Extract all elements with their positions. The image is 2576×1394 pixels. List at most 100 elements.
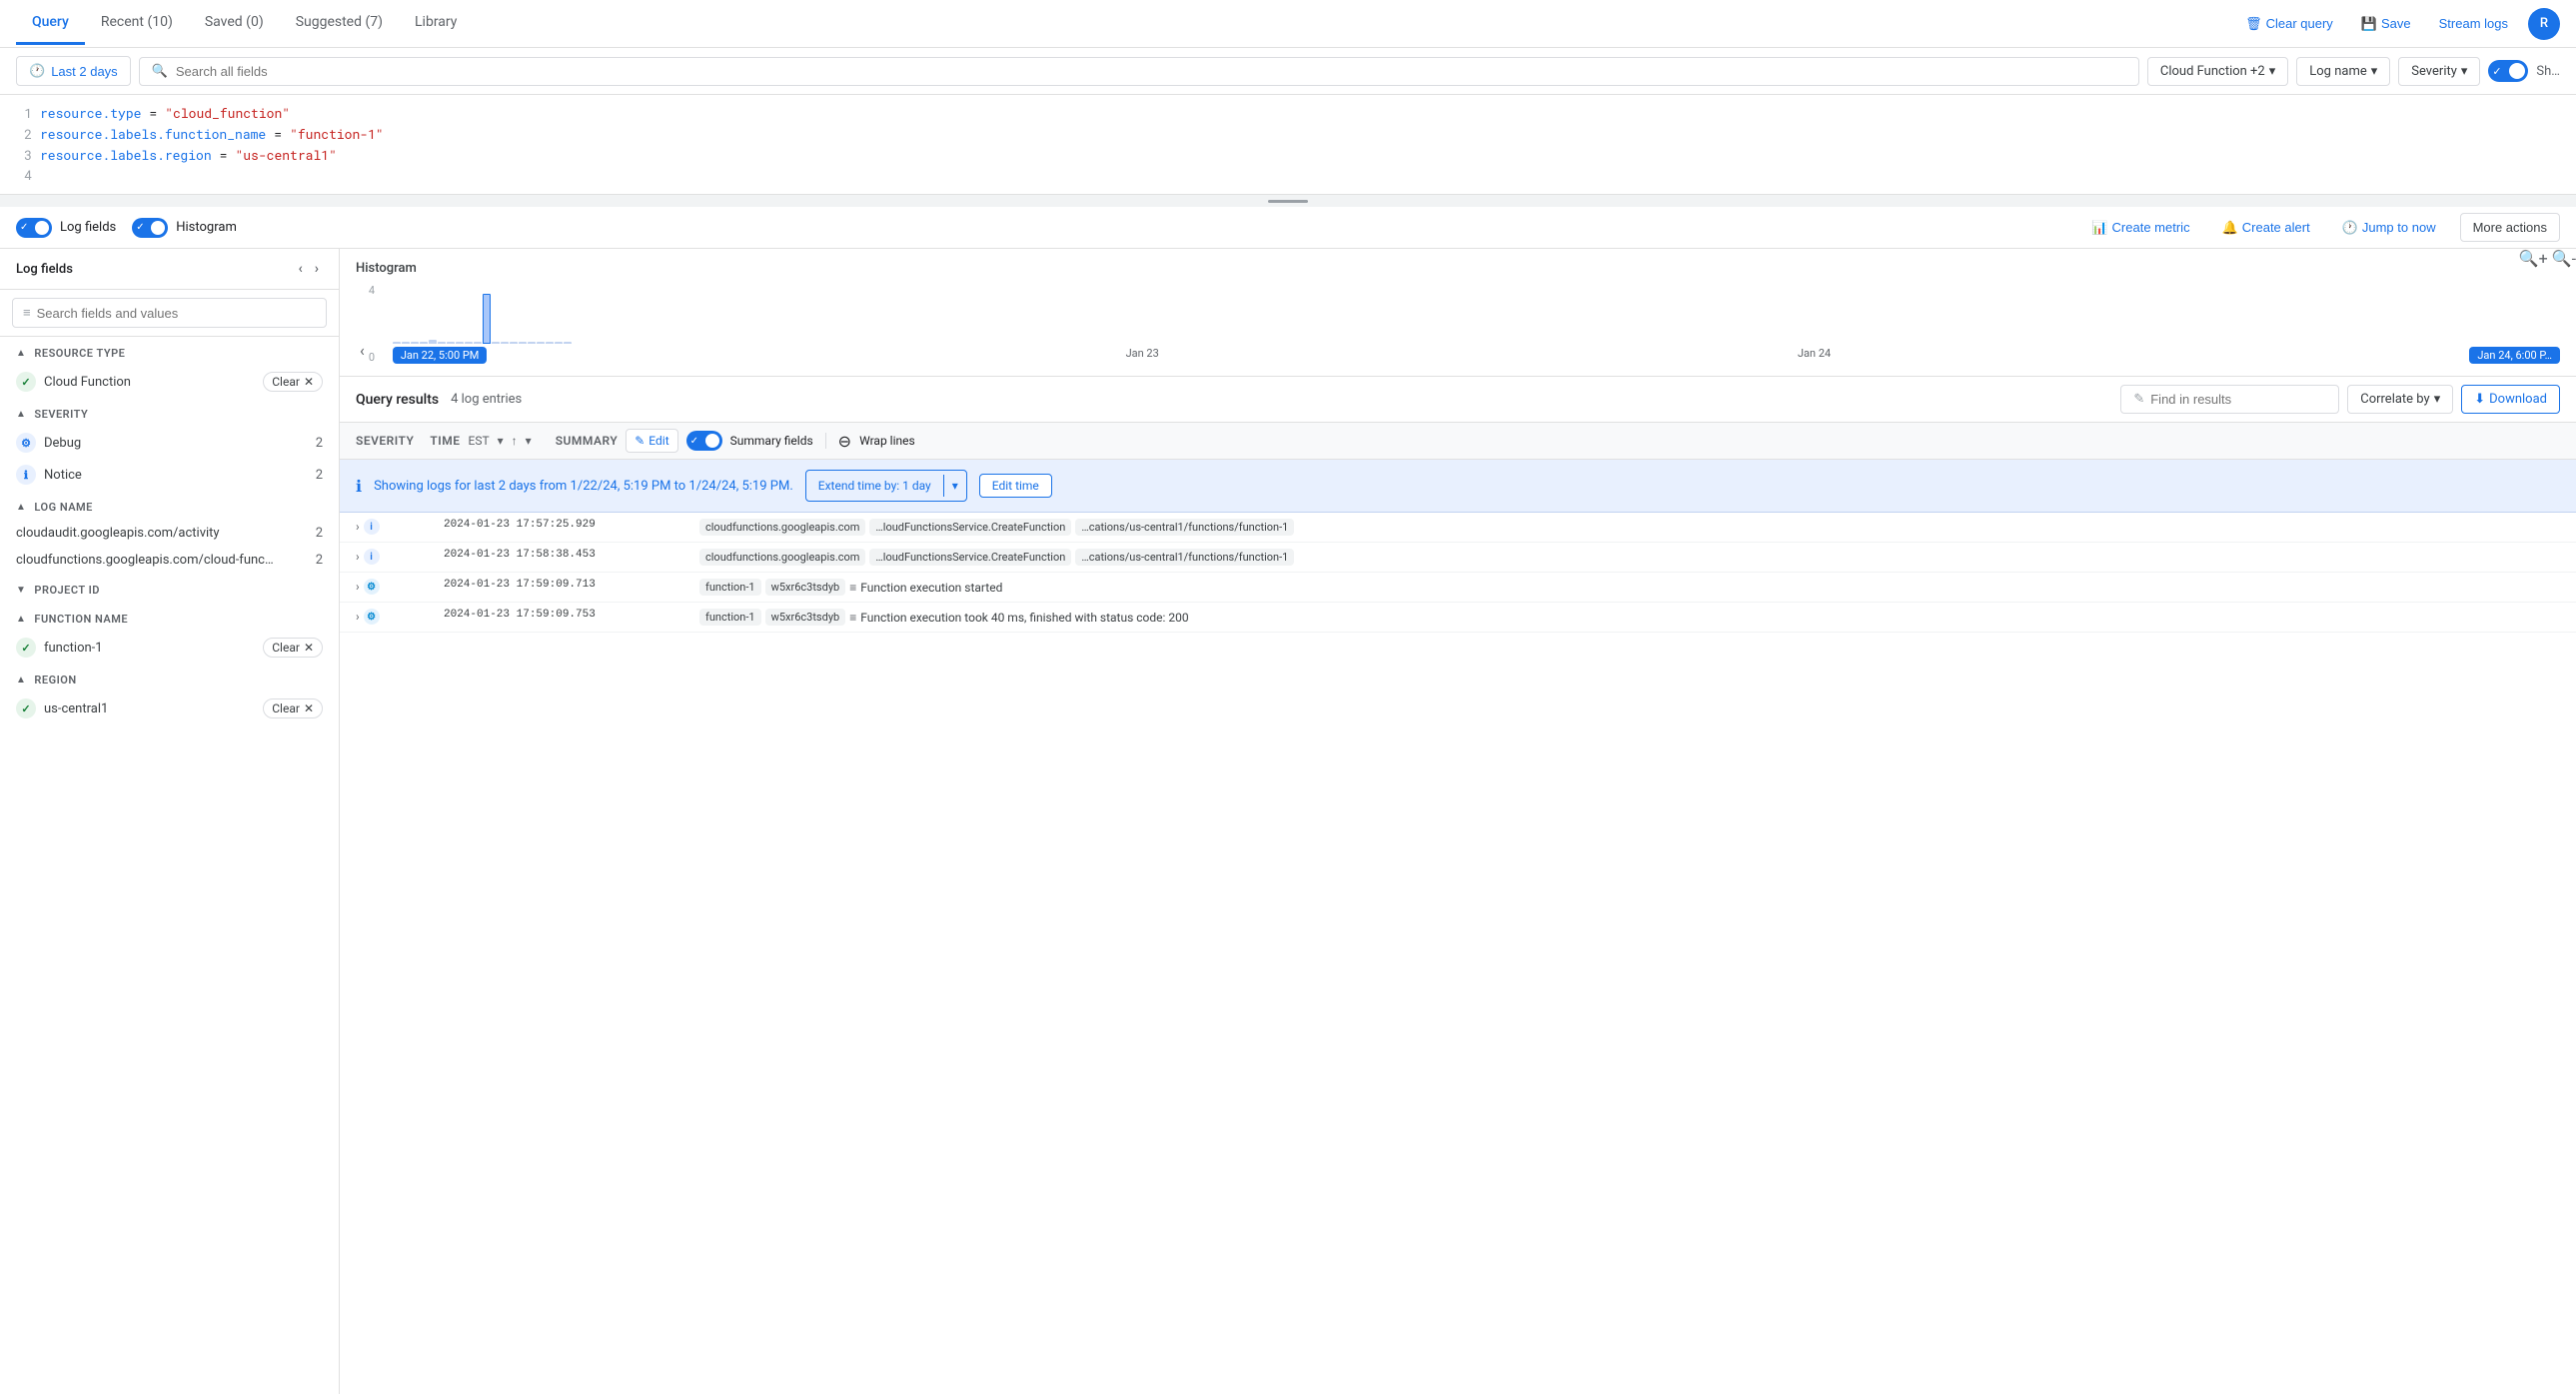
- create-alert-button[interactable]: 🔔 Create alert: [2214, 216, 2318, 240]
- histogram-bars[interactable]: [393, 284, 2560, 344]
- hist-bar[interactable]: [465, 342, 473, 344]
- jump-to-now-button[interactable]: 🕐 Jump to now: [2334, 216, 2444, 240]
- search-input[interactable]: [176, 64, 2126, 79]
- tab-saved[interactable]: Saved (0): [189, 2, 280, 45]
- save-button[interactable]: 💾 Save: [2353, 12, 2419, 36]
- extend-dropdown-icon[interactable]: ▾: [943, 475, 966, 497]
- create-metric-button[interactable]: 📊 Create metric: [2083, 216, 2197, 240]
- edit-time-button[interactable]: Edit time: [979, 474, 1052, 498]
- panel-right-btn[interactable]: ›: [311, 259, 323, 279]
- hist-bar[interactable]: [510, 342, 518, 344]
- hist-bar[interactable]: [528, 342, 536, 344]
- field-us-central1[interactable]: ✓ us-central1 Clear ✕: [0, 693, 339, 724]
- drag-handle[interactable]: [0, 195, 2576, 207]
- zoom-in-button[interactable]: 🔍+: [2519, 249, 2548, 268]
- histogram-toggle-switch[interactable]: ✓: [132, 218, 168, 238]
- field-cloud-function[interactable]: ✓ Cloud Function Clear ✕: [0, 366, 339, 398]
- expand-icon[interactable]: ›: [356, 610, 360, 624]
- hist-bar[interactable]: [402, 342, 410, 344]
- table-row[interactable]: › i 2024-01-23 17:57:25.929 cloudfunctio…: [340, 513, 2576, 543]
- section-severity[interactable]: ▲ SEVERITY: [0, 398, 339, 427]
- section-project-id[interactable]: ▼ PROJECT ID: [0, 574, 339, 603]
- histogram-y-axis: 4 0: [369, 284, 375, 364]
- log-tag: cloudfunctions.googleapis.com: [699, 519, 865, 536]
- hist-bar-selected[interactable]: [483, 294, 491, 344]
- panel-left-btn[interactable]: ‹: [294, 259, 306, 279]
- tab-recent[interactable]: Recent (10): [85, 2, 189, 45]
- histogram-toggle[interactable]: ✓ Histogram: [132, 218, 237, 238]
- cloud-function-filter[interactable]: Cloud Function +2 ▾: [2147, 57, 2288, 86]
- table-row[interactable]: › i 2024-01-23 17:58:38.453 cloudfunctio…: [340, 543, 2576, 573]
- section-function-name[interactable]: ▲ FUNCTION NAME: [0, 603, 339, 632]
- section-region[interactable]: ▲ REGION: [0, 664, 339, 693]
- expand-icon[interactable]: ›: [356, 550, 360, 564]
- tab-suggested[interactable]: Suggested (7): [280, 2, 399, 45]
- severity-badge: ⚙: [364, 579, 380, 595]
- search-fields-input[interactable]: [37, 306, 316, 321]
- user-avatar[interactable]: R: [2528, 8, 2560, 40]
- correlate-by-button[interactable]: Correlate by ▾: [2347, 385, 2453, 414]
- wrap-lines-label[interactable]: Wrap lines: [859, 434, 915, 448]
- search-bar: 🔍: [139, 57, 2139, 86]
- hist-bar[interactable]: [411, 342, 419, 344]
- time-range-button[interactable]: 🕐 Last 2 days: [16, 56, 131, 86]
- results-table: › i 2024-01-23 17:57:25.929 cloudfunctio…: [340, 513, 2576, 1394]
- hist-bar[interactable]: [456, 342, 464, 344]
- section-log-name[interactable]: ▲ LOG NAME: [0, 491, 339, 520]
- toggle-switch-main[interactable]: ✓: [2488, 60, 2528, 82]
- hist-bar[interactable]: [420, 342, 428, 344]
- histogram-prev-button[interactable]: ‹: [356, 337, 369, 364]
- query-editor[interactable]: 1 resource.type = "cloud_function" 2 res…: [0, 95, 2576, 195]
- table-row[interactable]: › ⚙ 2024-01-23 17:59:09.753 function-1 w…: [340, 603, 2576, 633]
- hist-bar[interactable]: [519, 342, 527, 344]
- sort-asc-icon[interactable]: ↑: [512, 434, 518, 448]
- tab-library[interactable]: Library: [399, 2, 473, 45]
- hist-bar[interactable]: [537, 342, 545, 344]
- close-icon: ✕: [304, 375, 314, 389]
- zoom-out-button[interactable]: 🔍-: [2552, 249, 2576, 268]
- log-tag: w5xr6c3tsdyb: [765, 609, 846, 626]
- field-debug[interactable]: ⚙ Debug 2: [0, 427, 339, 459]
- clear-region-button[interactable]: Clear ✕: [263, 698, 323, 718]
- hist-bar[interactable]: [438, 342, 446, 344]
- hist-bar[interactable]: [474, 342, 482, 344]
- extend-time-button[interactable]: Extend time by: 1 day ▾: [805, 470, 967, 502]
- severity-filter[interactable]: Severity ▾: [2398, 57, 2480, 86]
- hist-bar[interactable]: [393, 342, 401, 344]
- edit-summary-button[interactable]: ✎ Edit: [626, 429, 677, 453]
- sort-chevron-icon[interactable]: ▾: [526, 434, 532, 448]
- clear-query-button[interactable]: 🗑 Clear query: [2237, 12, 2341, 36]
- hist-bar[interactable]: [546, 342, 554, 344]
- check-icon: ✓: [16, 698, 36, 718]
- expand-icon[interactable]: ›: [356, 580, 360, 594]
- section-resource-type[interactable]: ▲ RESOURCE TYPE: [0, 337, 339, 366]
- log-name-filter[interactable]: Log name ▾: [2296, 57, 2390, 86]
- log-fields-toggle-switch[interactable]: ✓: [16, 218, 52, 238]
- field-cloudaudit[interactable]: cloudaudit.googleapis.com/activity 2: [0, 520, 339, 547]
- hist-bar[interactable]: [555, 342, 563, 344]
- hist-bar[interactable]: [429, 340, 437, 344]
- clear-function-button[interactable]: Clear ✕: [263, 638, 323, 658]
- hist-bar[interactable]: [492, 342, 500, 344]
- log-fields-toggle[interactable]: ✓ Log fields: [16, 218, 116, 238]
- hist-bar[interactable]: [447, 342, 455, 344]
- stream-logs-button[interactable]: Stream logs: [2431, 12, 2516, 35]
- table-row[interactable]: › ⚙ 2024-01-23 17:59:09.713 function-1 w…: [340, 573, 2576, 603]
- expand-icon[interactable]: ›: [356, 520, 360, 534]
- clear-cloud-function-button[interactable]: Clear ✕: [263, 372, 323, 392]
- find-input-field[interactable]: [2150, 392, 2326, 407]
- query-line-4: 4: [16, 165, 2560, 186]
- log-tag: …cations/us-central1/functions/function-…: [1075, 549, 1294, 566]
- hist-bar[interactable]: [564, 342, 572, 344]
- download-button[interactable]: ⬇ Download: [2461, 385, 2560, 414]
- timezone-label: EST: [469, 434, 490, 448]
- field-function-1[interactable]: ✓ function-1 Clear ✕: [0, 632, 339, 664]
- info-icon: ℹ: [356, 477, 362, 496]
- more-actions-button[interactable]: More actions: [2460, 213, 2560, 242]
- hist-bar[interactable]: [501, 342, 509, 344]
- summary-fields-toggle[interactable]: ✓: [686, 431, 722, 451]
- tab-query[interactable]: Query: [16, 2, 85, 45]
- chevron-down-icon[interactable]: ▾: [498, 434, 504, 448]
- field-cloudfunctions[interactable]: cloudfunctions.googleapis.com/cloud-func…: [0, 547, 339, 574]
- field-notice[interactable]: ℹ Notice 2: [0, 459, 339, 491]
